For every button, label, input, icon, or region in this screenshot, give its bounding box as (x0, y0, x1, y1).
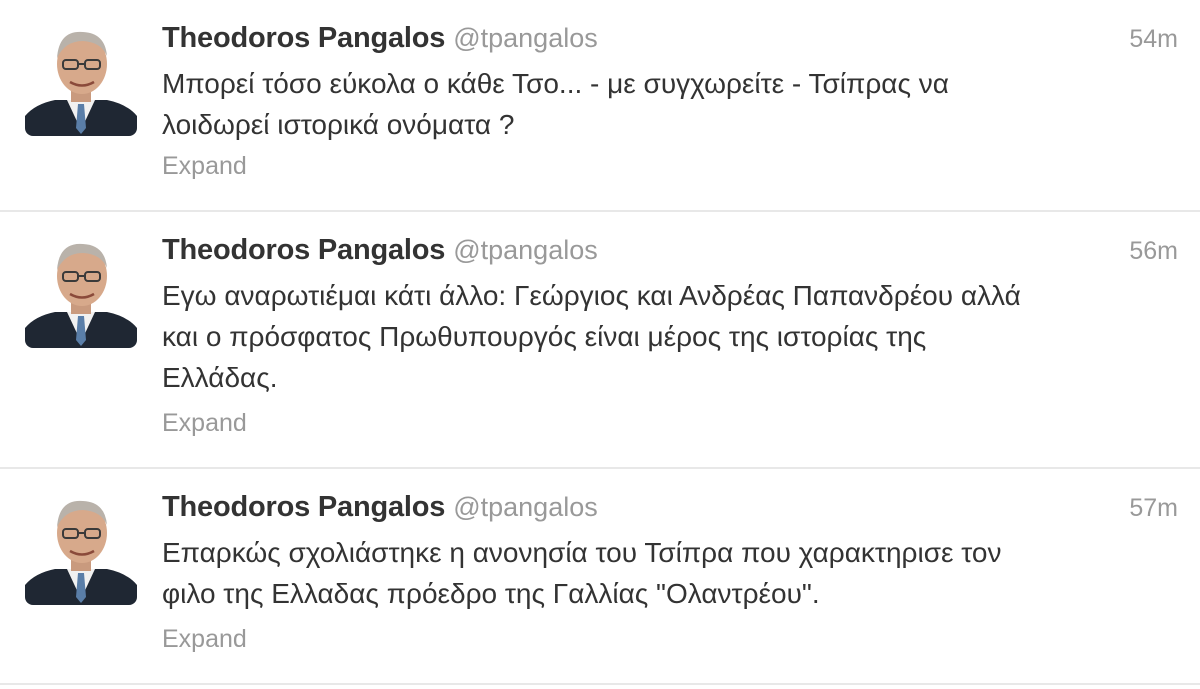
avatar[interactable] (25, 236, 137, 348)
tweet-text-line: Μπορεί τόσο εύκολα ο κάθε Τσο... - με συ… (162, 68, 949, 99)
expand-link[interactable]: Expand (162, 152, 247, 181)
tweet-header: Theodoros Pangalos @tpangalos 57m (162, 491, 1180, 531)
tweet-text-line: λοιδωρεί ιστορικά ονόματα ? (162, 109, 515, 140)
author-name[interactable]: Theodoros Pangalos (162, 491, 445, 523)
profile-photo-icon (25, 236, 137, 348)
tweet-text-line: φιλο της Ελλαδας πρόεδρο της Γαλλίας "Ολ… (162, 578, 820, 609)
profile-photo-icon (25, 24, 137, 136)
author-handle[interactable]: @tpangalos (453, 23, 598, 53)
tweet-item[interactable]: Theodoros Pangalos @tpangalos 57m Επαρκώς… (0, 469, 1200, 689)
tweet-item[interactable]: Theodoros Pangalos @tpangalos 54m Μπορεί … (0, 0, 1200, 212)
tweet-timestamp[interactable]: 57m (1129, 494, 1178, 523)
tweet-timestamp[interactable]: 56m (1129, 237, 1178, 266)
tweet-text-line: Επαρκώς σχολιάστηκε η ανονησία του Τσίπρ… (162, 537, 1002, 568)
expand-link[interactable]: Expand (162, 409, 247, 438)
avatar[interactable] (25, 493, 137, 605)
tweet-item[interactable]: Theodoros Pangalos @tpangalos 56m Εγω ανα… (0, 212, 1200, 469)
tweet-text: Εγω αναρωτιέμαι κάτι άλλο: Γεώργιος και … (162, 275, 1182, 398)
tweet-header: Theodoros Pangalos @tpangalos 54m (162, 22, 1180, 62)
tweet-text-line: Εγω αναρωτιέμαι κάτι άλλο: Γεώργιος και … (162, 280, 1021, 311)
author-handle[interactable]: @tpangalos (453, 492, 598, 522)
expand-link[interactable]: Expand (162, 625, 247, 654)
author-name[interactable]: Theodoros Pangalos (162, 22, 445, 54)
tweet-timestamp[interactable]: 54m (1129, 25, 1178, 54)
profile-photo-icon (25, 493, 137, 605)
avatar[interactable] (25, 24, 137, 136)
tweet-text-line: Ελλάδας. (162, 362, 278, 393)
tweet-text: Επαρκώς σχολιάστηκε η ανονησία του Τσίπρ… (162, 532, 1182, 614)
author-handle[interactable]: @tpangalos (453, 235, 598, 265)
tweet-text-line: και ο πρόσφατος Πρωθυπουργός είναι μέρος… (162, 321, 927, 352)
divider (0, 683, 1200, 685)
tweet-header: Theodoros Pangalos @tpangalos 56m (162, 234, 1180, 274)
author-name[interactable]: Theodoros Pangalos (162, 234, 445, 266)
tweet-timeline: Theodoros Pangalos @tpangalos 54m Μπορεί … (0, 0, 1200, 689)
tweet-text: Μπορεί τόσο εύκολα ο κάθε Τσο... - με συ… (162, 63, 1182, 145)
